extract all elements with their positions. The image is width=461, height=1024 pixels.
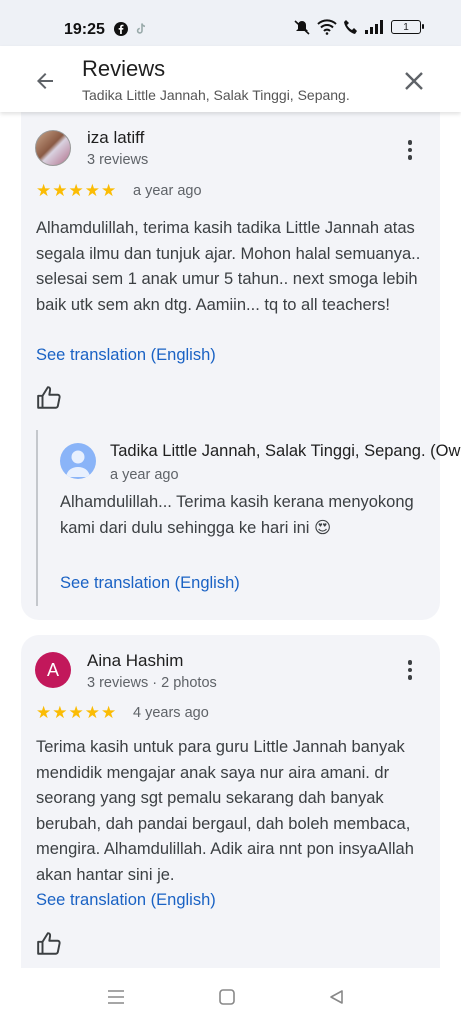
- owner-name: Tadika Little Jannah, Salak Tinggi, Sepa…: [110, 442, 461, 460]
- review-date: a year ago: [133, 183, 202, 199]
- see-translation-link[interactable]: See translation (English): [36, 891, 216, 910]
- more-options-button[interactable]: [398, 656, 422, 684]
- star-icon: ★: [68, 703, 84, 722]
- like-button[interactable]: [36, 931, 64, 959]
- review-text: Terima kasih untuk para guru Little Jann…: [36, 738, 414, 884]
- person-icon: [66, 450, 90, 477]
- star-rating: ★ ★ ★ ★ ★: [36, 704, 116, 721]
- reviewer-meta: 3 reviews: [87, 152, 149, 168]
- reviewer-name[interactable]: iza latiff: [87, 128, 144, 148]
- menu-icon: [108, 990, 124, 1004]
- reviews-list[interactable]: iza latiff 3 reviews ★ ★ ★ ★ ★ a year ag…: [0, 112, 461, 968]
- star-icon: ★: [36, 181, 52, 200]
- page-subtitle: Tadika Little Jannah, Salak Tinggi, Sepa…: [82, 87, 350, 103]
- see-translation-link[interactable]: See translation (English): [60, 574, 240, 593]
- system-nav-bar: [0, 968, 461, 1024]
- reviewer-meta: 3 reviews · 2 photos: [87, 675, 217, 691]
- recents-button[interactable]: [105, 986, 127, 1008]
- page-title: Reviews: [82, 56, 166, 81]
- arrow-back-icon: [37, 73, 53, 89]
- star-icon: ★: [52, 181, 68, 200]
- reply-date: a year ago: [110, 467, 179, 483]
- thumb-up-icon: [37, 932, 61, 955]
- wifi-icon: [317, 19, 337, 35]
- tiktok-icon: [136, 23, 146, 34]
- reviewer-avatar[interactable]: [35, 130, 71, 166]
- reviewer-name[interactable]: Aina Hashim: [87, 651, 183, 671]
- star-icon: ★: [101, 181, 117, 200]
- avatar-letter: A: [46, 659, 59, 680]
- star-rating: ★ ★ ★ ★ ★: [36, 182, 116, 199]
- back-triangle-icon: [330, 990, 343, 1004]
- star-icon: ★: [84, 181, 100, 200]
- star-icon: ★: [68, 181, 84, 200]
- home-square-icon: [219, 989, 235, 1005]
- owner-reply: Tadika Little Jannah, Salak Tinggi, Sepa…: [36, 430, 461, 606]
- battery-level: 1: [403, 21, 409, 33]
- see-translation-link[interactable]: See translation (English): [36, 346, 216, 365]
- like-button[interactable]: [36, 385, 64, 413]
- battery-icon: 1: [391, 20, 424, 34]
- review-date: 4 years ago: [133, 705, 209, 721]
- signal-icon: [365, 20, 383, 34]
- star-icon: ★: [36, 703, 52, 722]
- status-time: 19:25: [64, 21, 105, 38]
- system-icons: 1: [293, 19, 424, 35]
- review-card: iza latiff 3 reviews ★ ★ ★ ★ ★ a year ag…: [21, 112, 461, 620]
- thumb-up-icon: [37, 386, 61, 409]
- close-button[interactable]: [399, 66, 429, 96]
- back-nav-button[interactable]: [326, 986, 348, 1008]
- status-bar: 19:25 1: [0, 0, 461, 46]
- reply-text: Alhamdulillah... Terima kasih kerana men…: [60, 493, 414, 537]
- more-options-button[interactable]: [398, 136, 422, 164]
- home-button[interactable]: [216, 986, 238, 1008]
- app-header: Reviews Tadika Little Jannah, Salak Ting…: [0, 46, 461, 112]
- reviewer-avatar[interactable]: A: [35, 652, 71, 688]
- review-text: Alhamdulillah, terima kasih tadika Littl…: [36, 219, 421, 314]
- star-icon: ★: [52, 703, 68, 722]
- review-card: A Aina Hashim 3 reviews · 2 photos ★ ★ ★…: [21, 635, 440, 968]
- notification-icons: [114, 22, 148, 36]
- facebook-icon: [114, 22, 128, 36]
- mute-icon: [294, 20, 310, 35]
- star-icon: ★: [101, 703, 117, 722]
- close-icon: [405, 72, 423, 90]
- call-wifi-icon: [344, 20, 357, 34]
- owner-avatar: [60, 443, 96, 479]
- star-icon: ★: [84, 703, 100, 722]
- back-button[interactable]: [30, 66, 60, 96]
